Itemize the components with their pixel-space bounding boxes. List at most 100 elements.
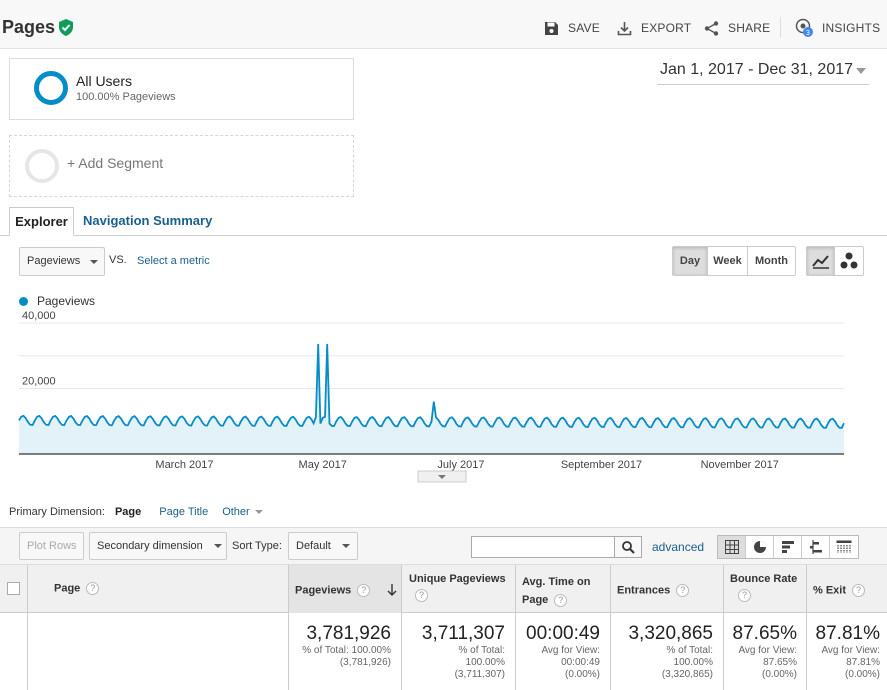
help-icon[interactable]: ? [852,584,866,597]
sort-type-value: Default [296,540,331,552]
totals-bounce-cell: 87.65% Avg for View: 87.65% (0.00%) [723,613,806,690]
column-pageviews[interactable]: Pageviews? [288,565,401,613]
total-unique-pct: 100.00% [465,657,505,668]
series-area [19,344,844,454]
exit-view-value: 87.81% [846,657,880,668]
total-entrances-abs: (3,320,865) [661,669,713,680]
period-week-button[interactable]: Week [708,247,748,275]
insights-badge: 3 [806,29,811,37]
table-view-toggle [717,535,859,559]
column-bounce-label: Bounce Rate [730,573,798,585]
column-pageviews-label: Pageviews [295,584,352,597]
segment-name: All Users [76,73,133,89]
add-segment-label: + Add Segment [67,155,164,171]
select-metric-link[interactable]: Select a metric [137,255,210,267]
bubble-chart-icon [840,252,858,269]
column-avg-time[interactable]: Avg. Time on Page? [515,565,610,613]
help-icon[interactable]: ? [554,593,568,607]
help-icon[interactable]: ? [86,582,100,595]
total-unique-abs: (3,711,307) [454,669,505,680]
column-exit[interactable]: % Exit? [806,565,887,613]
sort-type-select[interactable]: Default [288,532,358,560]
metric-select-value: Pageviews [27,255,81,267]
plot-rows-button[interactable]: Plot Rows [19,532,84,560]
table-totals-row: 3,781,926 % of Total: 100.00% (3,781,926… [0,613,887,690]
comparison-icon [809,540,822,554]
share-icon [704,20,719,36]
secondary-dimension-select[interactable]: Secondary dimension [89,532,227,560]
pivot-view-button[interactable] [830,536,858,558]
report-header: Pages SAVE EXPORT SHARE 3 INSIGHTS [0,0,887,49]
metric-select[interactable]: Pageviews [19,247,105,276]
verified-shield-icon [59,19,73,36]
chevron-down-icon [856,68,866,74]
select-all-checkbox[interactable] [7,582,20,595]
column-entrances-label: Entrances [617,584,671,597]
dimension-other-label: Other [222,506,250,518]
pageviews-chart[interactable]: 40,000 20,000 March 2017 May 2017 July 2017 S… [0,310,887,485]
comparison-view-button[interactable] [802,536,830,558]
totals-avg-time-cell: 00:00:49 Avg for View: 00:00:49 (0.00%) [515,613,610,690]
y-tick-label: 20,000 [22,376,56,388]
save-button[interactable]: SAVE [544,19,600,37]
pie-chart-icon [753,541,766,553]
search-button[interactable] [614,536,642,558]
motion-chart-button[interactable] [835,247,863,275]
pie-view-button[interactable] [746,536,774,558]
bounce-view-label: Avg for View: [738,645,797,656]
chevron-down-icon [342,544,350,548]
total-unique: 3,711,307 [421,623,505,644]
column-exit-label: % Exit [813,584,847,597]
line-chart-button[interactable] [807,247,835,275]
dimension-page[interactable]: Page [115,506,141,518]
totals-unique-cell: 3,711,307 % of Total: 100.00% (3,711,307… [401,613,515,690]
performance-view-button[interactable] [774,536,802,558]
x-tick-label: September 2017 [561,459,642,471]
share-button[interactable]: SHARE [704,19,770,37]
help-icon[interactable]: ? [357,584,371,597]
segment-all-users[interactable]: All Users 100.00% Pageviews [9,58,354,120]
tab-navigation-summary[interactable]: Navigation Summary [83,207,212,236]
dimension-page-title[interactable]: Page Title [159,506,208,518]
help-icon[interactable]: ? [738,589,751,602]
period-day-button[interactable]: Day [673,247,708,275]
primary-dimension-label: Primary Dimension: [9,506,105,518]
advanced-filter-link[interactable]: advanced [652,540,704,554]
data-table-view-button[interactable] [718,536,746,558]
help-icon[interactable]: ? [676,584,690,597]
totals-page-cell [27,613,288,690]
pivot-icon [836,540,852,553]
search-icon [621,540,635,554]
add-segment-button[interactable]: + Add Segment [9,135,354,197]
insights-button[interactable]: 3 INSIGHTS [795,18,880,37]
x-tick-label: November 2017 [701,459,779,471]
secondary-dimension-label: Secondary dimension [97,540,203,552]
avg-time-view-value: 00:00:49 [561,657,600,668]
period-month-button[interactable]: Month [748,247,795,275]
total-pageviews-pct: % of Total: 100.00% [302,645,391,656]
tab-explorer[interactable]: Explorer [9,207,74,236]
chevron-down-icon [90,260,98,264]
column-page-label: Page [54,582,81,595]
page-title: Pages [2,17,56,37]
date-range-text: Jan 1, 2017 - Dec 31, 2017 [660,61,854,78]
insights-icon: 3 [795,18,813,37]
total-entrances-pct-label: % of Total: [666,645,713,656]
column-page[interactable]: Page? [27,565,288,613]
x-tick-label: May 2017 [299,459,347,471]
column-entrances[interactable]: Entrances? [610,565,723,613]
date-range-picker[interactable]: Jan 1, 2017 - Dec 31, 2017 [657,61,869,85]
chart-legend: Pageviews [19,294,95,308]
segment-subtitle: 100.00% Pageviews [76,91,176,103]
table-search-input[interactable] [471,536,615,558]
x-tick-label: July 2017 [437,459,484,471]
column-bounce-rate[interactable]: Bounce Rate ? [723,565,806,613]
dimension-other[interactable]: Other [222,506,263,518]
exit-view-delta: (0.00%) [844,669,880,680]
help-icon[interactable]: ? [415,589,428,602]
column-unique-pageviews[interactable]: Unique Pageviews ? [401,565,515,613]
save-label: SAVE [568,21,600,35]
header-divider [780,17,781,38]
total-avg-time: 00:00:49 [526,623,600,644]
export-button[interactable]: EXPORT [617,19,691,37]
